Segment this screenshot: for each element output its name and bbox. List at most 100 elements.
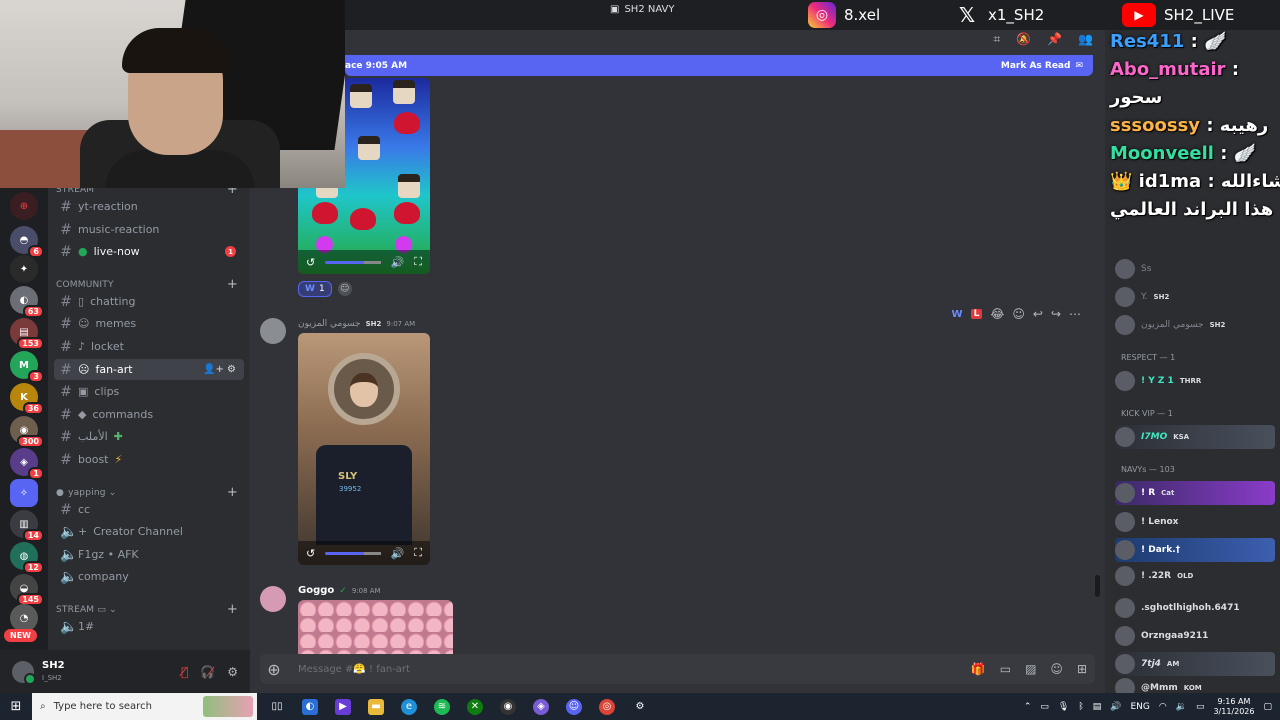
notifications-muted-icon[interactable]: 🔕 (1016, 32, 1031, 47)
voice-one-hash[interactable]: 🔈 1# (54, 616, 244, 637)
volume-icon[interactable]: 🔊 (391, 547, 405, 560)
message-input[interactable]: Message #😤 ! fan-art (298, 664, 410, 675)
add-channel-icon[interactable]: + (227, 485, 238, 500)
notifications-icon[interactable]: ▢ (1263, 702, 1272, 712)
video-attachment-2[interactable]: SLY 39952 ↺ 🔊 ⛶ (298, 333, 430, 565)
server-icon[interactable]: K 36 (10, 383, 44, 415)
server-icon[interactable]: ▥ 14 (10, 510, 44, 542)
emoji-icon[interactable]: ☺ (1050, 662, 1063, 676)
fullscreen-icon[interactable]: ⛶ (414, 546, 422, 560)
channel-locket[interactable]: # ♪ locket (54, 336, 244, 357)
settings-gear-icon[interactable]: ⚙ (632, 699, 648, 715)
message-author[interactable]: جسومي المزيون (298, 319, 361, 329)
member-list-icon[interactable]: 👥 (1078, 32, 1093, 47)
edge-icon[interactable]: e (401, 698, 417, 715)
gift-icon[interactable]: 🎁 (971, 662, 986, 676)
avatar[interactable] (260, 586, 286, 612)
replay-icon[interactable]: ↺ (306, 256, 315, 269)
gif-icon[interactable]: ▭ (1000, 662, 1011, 676)
server-icon[interactable]: ◓ 6 (10, 226, 44, 258)
tray-bluetooth-icon[interactable]: ᛒ (1078, 702, 1083, 712)
member-item[interactable]: ! .22R OLD (1115, 564, 1275, 588)
channel-yt-reaction[interactable]: # yt-reaction (54, 196, 244, 217)
task-view-icon[interactable]: ▯▯ (269, 699, 285, 715)
mic-muted-icon[interactable]: 🎙̸ (181, 665, 188, 679)
category-community[interactable]: COMMUNITY + (56, 277, 246, 292)
new-servers-pill[interactable]: NEW (4, 629, 37, 642)
member-item[interactable]: ! R Cat (1115, 481, 1275, 505)
apps-icon[interactable]: ⊞ (1077, 662, 1087, 676)
tray-battery-icon[interactable]: ▭ (1196, 702, 1205, 712)
member-item[interactable]: Orzngaa9211 (1115, 624, 1275, 648)
channel-chatting[interactable]: # ▯ chatting (54, 291, 244, 312)
member-item[interactable]: ! Lenox (1115, 510, 1275, 534)
tray-chevron-up-icon[interactable]: ⌃ (1024, 702, 1032, 712)
taskbar-clock[interactable]: 9:16 AM 3/11/2026 (1213, 697, 1254, 717)
headphones-muted-icon[interactable]: 🎧̸ (200, 665, 215, 679)
mark-as-read-button[interactable]: Mark As Read ✉ (1001, 61, 1083, 71)
windows-start-icon[interactable]: ⊞ (0, 699, 32, 714)
channel-memes[interactable]: # ☺ memes (54, 313, 244, 334)
obs-icon[interactable]: ◉ (500, 698, 516, 715)
threads-icon[interactable]: ⌗ (993, 32, 1000, 47)
server-icon[interactable]: ◈ 1 (10, 448, 44, 480)
server-icon[interactable]: ◐ 63 (10, 286, 44, 318)
server-icon[interactable]: ◒ 145 (10, 574, 44, 606)
more-icon[interactable]: ⋯ (1069, 307, 1081, 321)
tray-volume-icon[interactable]: 🔊 (1110, 702, 1121, 712)
server-icon[interactable]: ◉ 300 (10, 416, 44, 448)
tray-speaker-icon[interactable]: 🔉 (1176, 702, 1187, 712)
server-icon[interactable]: ⊕ (10, 192, 38, 220)
w-reaction-icon[interactable]: W (952, 309, 963, 320)
add-reaction-icon[interactable]: ☺ (337, 282, 352, 296)
member-item[interactable]: Y. SH2 (1115, 285, 1275, 309)
channel-settings-icon[interactable]: 👤+ ⚙ (203, 364, 236, 375)
new-messages-bar[interactable]: ace 9:05 AM Mark As Read ✉ (345, 55, 1093, 76)
channel-commands[interactable]: # ◆ commands (54, 404, 244, 425)
channel-clips[interactable]: # ▣ clips (54, 381, 244, 402)
spotify-icon[interactable]: ≋ (434, 698, 450, 715)
sticker-icon[interactable]: ▨ (1025, 662, 1036, 676)
tray-app-icon[interactable]: ▭ (1040, 702, 1049, 712)
server-icon[interactable]: ✦ (10, 255, 38, 283)
reply-icon[interactable]: ↩ (1033, 307, 1043, 321)
taskbar-search[interactable]: ⌕ Type here to search (32, 693, 257, 720)
video-progress[interactable] (325, 260, 381, 264)
app-icon[interactable]: ◈ (533, 698, 549, 715)
member-item[interactable]: ! Y Z 1 THRR (1115, 369, 1275, 393)
voice-company[interactable]: 🔈 company (54, 566, 244, 587)
chrome-icon[interactable]: ◎ (599, 698, 615, 715)
voice-f1gz-afk[interactable]: 🔈 F1gz • AFK (54, 544, 244, 565)
language-indicator[interactable]: ENG (1130, 702, 1149, 712)
member-item[interactable]: ! Dark.† (1115, 538, 1275, 562)
upload-plus-icon[interactable]: ⊕ (260, 660, 288, 679)
avatar[interactable] (260, 318, 286, 344)
member-item[interactable]: 7tj4 AM (1115, 652, 1275, 676)
gear-icon[interactable]: ⚙ (227, 665, 238, 679)
discord-icon[interactable]: ☺ (566, 698, 582, 715)
category-yapping[interactable]: ● yapping ⌄ + (56, 485, 246, 500)
reaction-pill[interactable]: W1 (298, 281, 332, 297)
add-reaction-icon[interactable]: ☺ (1012, 307, 1025, 321)
channel-alamuu[interactable]: # الأملب ✚ (54, 426, 244, 447)
server-icon[interactable]: ▤ 153 (10, 318, 44, 350)
pin-icon[interactable]: 📌 (1047, 32, 1062, 47)
l-reaction-icon[interactable]: L (970, 309, 983, 319)
category-stream[interactable]: STREAM ▭ ⌄ + (56, 602, 246, 617)
server-icon[interactable]: ◍ 12 (10, 542, 44, 574)
video-progress[interactable] (325, 551, 381, 555)
replay-icon[interactable]: ↺ (306, 547, 315, 560)
channel-boost[interactable]: # boost ⚡ (54, 449, 244, 470)
server-icon[interactable]: ◔ (10, 604, 38, 632)
channel-fan-art[interactable]: # ☹ fan-art 👤+ ⚙ (54, 359, 244, 380)
message-author[interactable]: Goggo (298, 585, 334, 596)
channel-cc[interactable]: # cc (54, 499, 244, 520)
user-name-block[interactable]: SH2 I_SH2 (42, 660, 65, 684)
member-item[interactable]: .sghotlhighoh.6471 (1115, 596, 1275, 620)
member-item[interactable]: @Mmm KOM (1115, 676, 1275, 693)
member-item[interactable]: I7MO KSA (1115, 425, 1275, 449)
add-channel-icon[interactable]: + (227, 277, 238, 292)
copilot-icon[interactable]: ◐ (302, 698, 318, 715)
laugh-reaction-icon[interactable]: 😂 (990, 307, 1004, 321)
tray-network-icon[interactable]: ▤ (1093, 702, 1102, 712)
